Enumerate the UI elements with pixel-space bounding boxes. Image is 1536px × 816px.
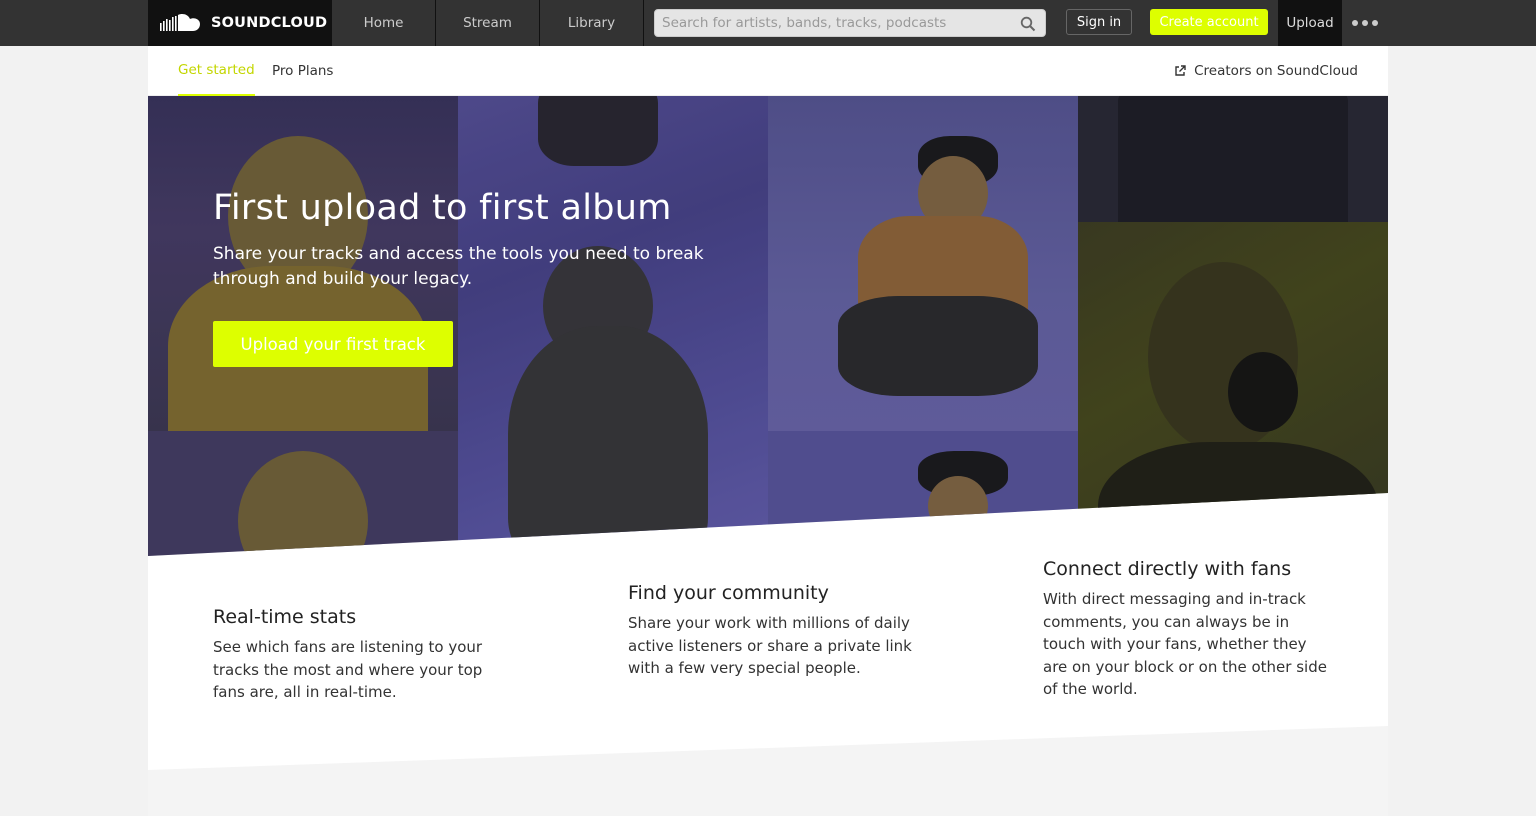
logo-text: SOUNDCLOUD: [211, 15, 328, 31]
hero-subtitle: Share your tracks and access the tools y…: [213, 244, 704, 289]
creators-link[interactable]: Creators on SoundCloud: [1174, 46, 1358, 96]
feature-text: With direct messaging and in-track comme…: [1043, 590, 1327, 698]
tab-get-started[interactable]: Get started: [178, 46, 255, 96]
search-input[interactable]: [655, 10, 1045, 36]
nav-home[interactable]: Home: [332, 0, 436, 46]
nav-stream[interactable]: Stream: [436, 0, 540, 46]
feature-text: Share your work with millions of daily a…: [628, 614, 912, 677]
top-header: SOUNDCLOUD Home Stream Library Sign in C…: [0, 0, 1536, 46]
external-link-icon: [1175, 65, 1186, 76]
dot: [1372, 20, 1378, 26]
search-icon[interactable]: [1020, 16, 1036, 32]
creators-link-label: Creators on SoundCloud: [1194, 63, 1358, 79]
hero-banner: First upload to first album Share your t…: [148, 96, 1388, 556]
upload-link[interactable]: Upload: [1278, 0, 1342, 46]
sub-navigation: Get started Pro Plans Creators on SoundC…: [148, 46, 1388, 96]
feature-real-time-stats: Real-time stats See which fans are liste…: [213, 606, 488, 704]
tab-pro-plans[interactable]: Pro Plans: [272, 46, 333, 96]
upload-first-track-button[interactable]: Upload your first track: [213, 321, 453, 367]
feature-text: See which fans are listening to your tra…: [213, 638, 483, 701]
create-account-button[interactable]: Create account: [1150, 9, 1268, 35]
main-panel: Get started Pro Plans Creators on SoundC…: [148, 46, 1388, 816]
feature-title: Connect directly with fans: [1043, 558, 1292, 580]
feature-title: Real-time stats: [213, 606, 357, 628]
feature-title: Find your community: [628, 582, 829, 604]
search-box: [654, 9, 1046, 37]
hero-title: First upload to first album: [213, 188, 672, 228]
feature-find-community: Find your community Share your work with…: [628, 582, 913, 680]
soundcloud-logo[interactable]: SOUNDCLOUD: [148, 0, 332, 46]
dot: [1362, 20, 1368, 26]
sign-in-button[interactable]: Sign in: [1066, 9, 1132, 35]
dot: [1352, 20, 1358, 26]
soundcloud-cloud-icon: [160, 14, 200, 31]
more-options-icon[interactable]: [1352, 15, 1378, 31]
nav-library[interactable]: Library: [540, 0, 644, 46]
header-inner: SOUNDCLOUD Home Stream Library Sign in C…: [148, 0, 1388, 46]
feature-connect-fans: Connect directly with fans With direct m…: [1043, 558, 1328, 701]
